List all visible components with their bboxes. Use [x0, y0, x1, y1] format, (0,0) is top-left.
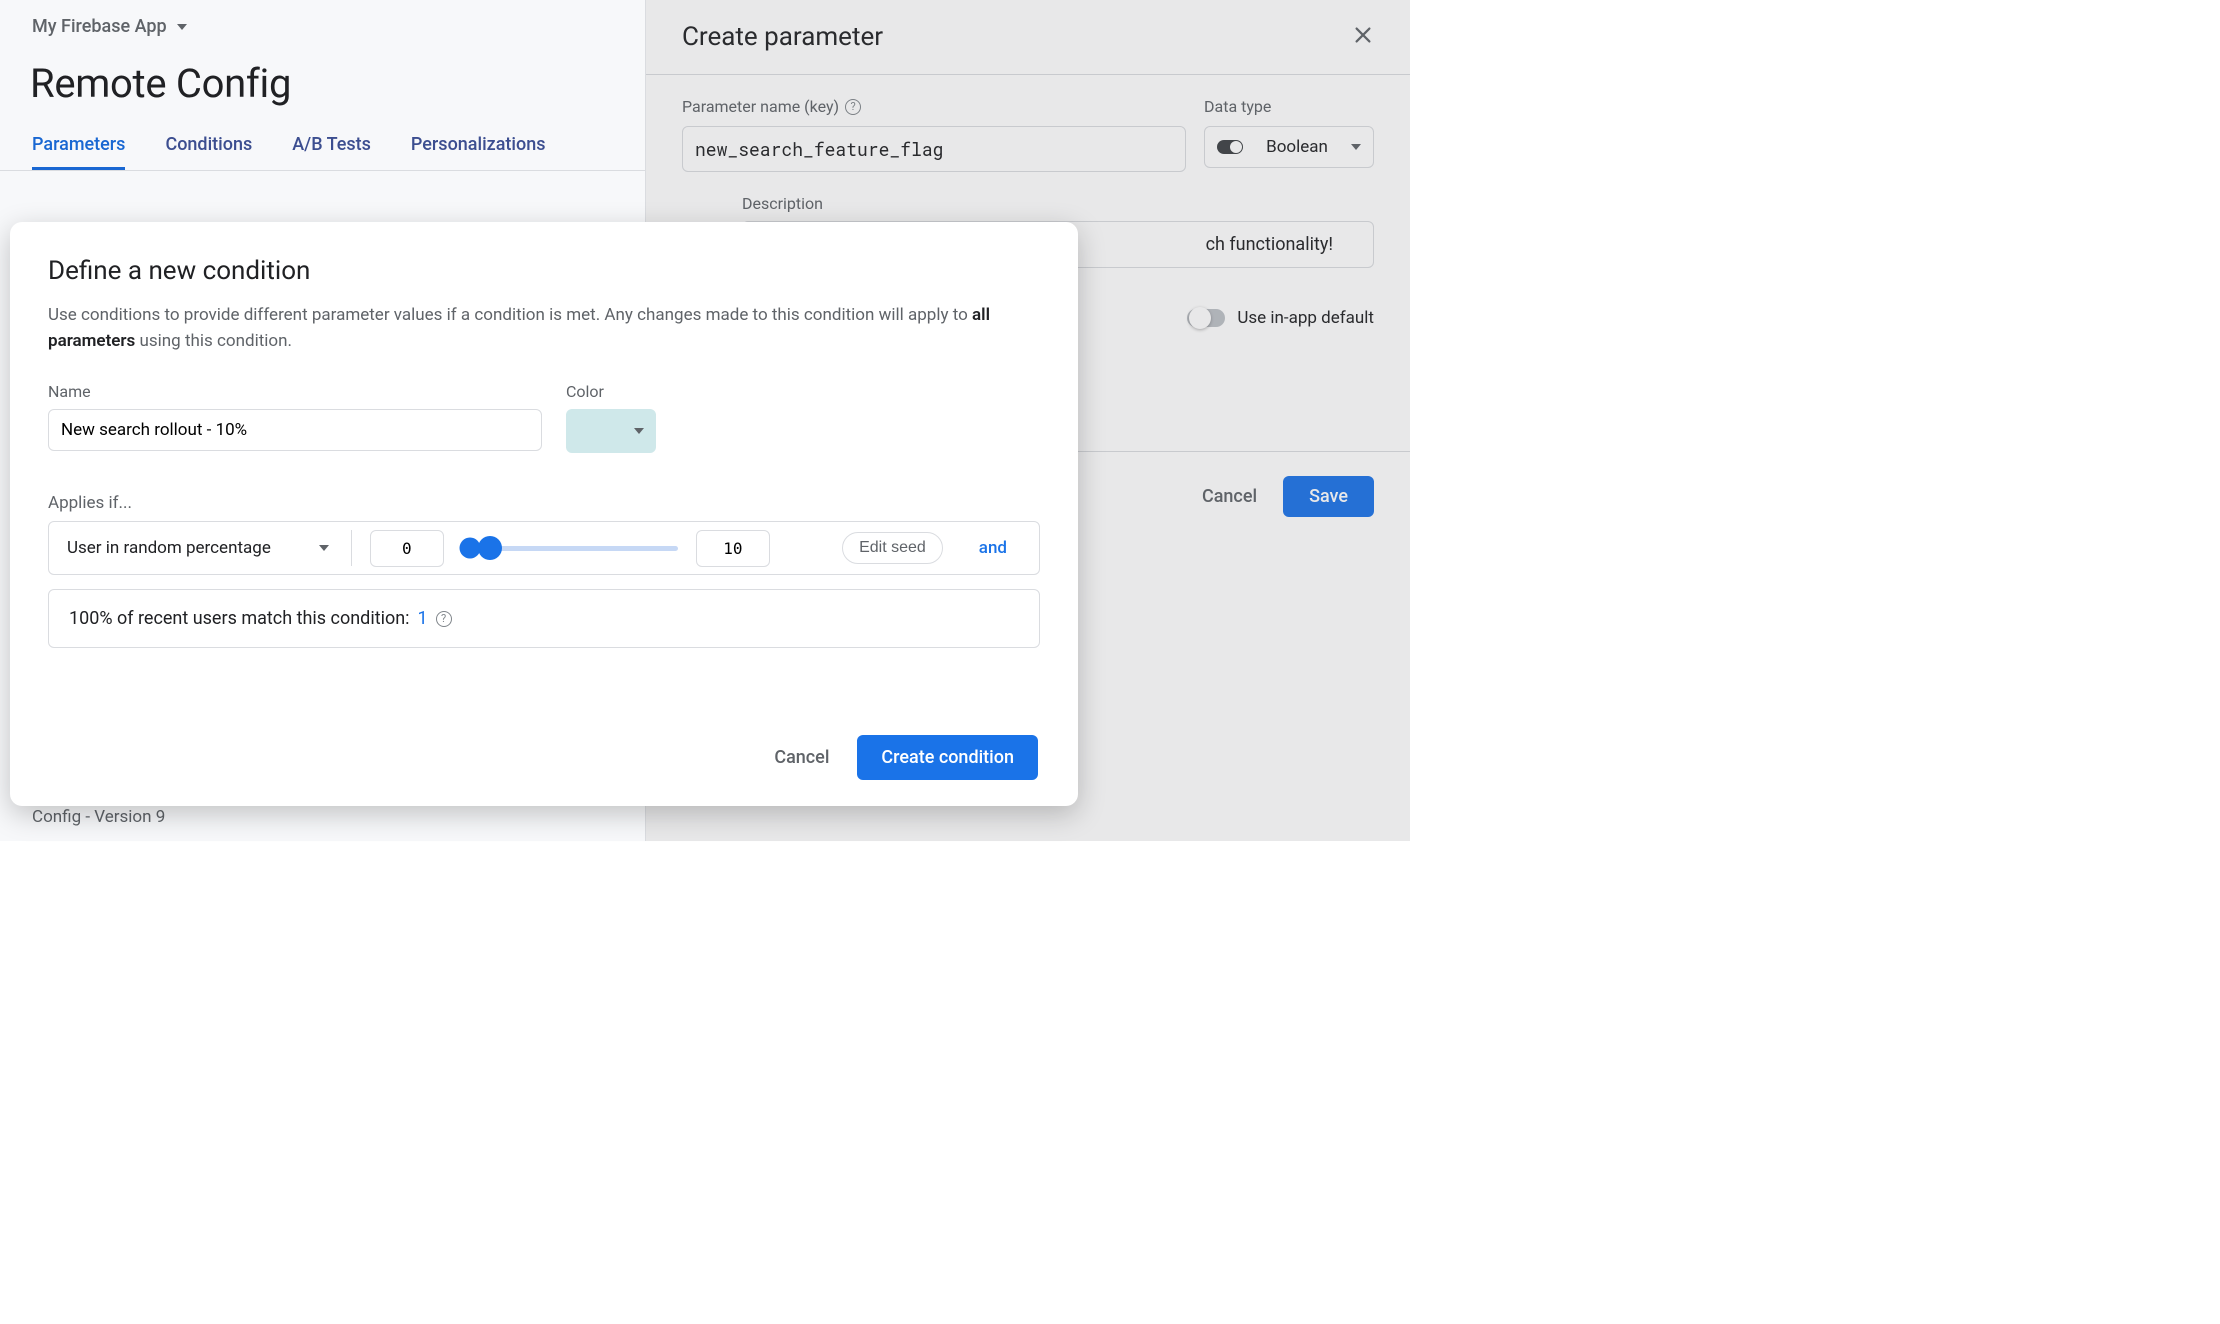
modal-subtext-post: using this condition. — [135, 331, 292, 351]
caret-down-icon — [177, 24, 187, 30]
caret-down-icon — [634, 428, 644, 434]
use-default-toggle[interactable] — [1187, 309, 1225, 327]
create-condition-button[interactable]: Create condition — [857, 735, 1038, 780]
modal-subtext-pre: Use conditions to provide different para… — [48, 305, 972, 325]
use-default-label: Use in-app default — [1237, 308, 1374, 328]
percentile-slider[interactable] — [462, 546, 678, 551]
slider-thumb-high[interactable] — [478, 536, 502, 560]
rule-type-select[interactable]: User in random percentage — [67, 530, 352, 566]
tab-conditions[interactable]: Conditions — [165, 134, 252, 170]
config-version: Config - Version 9 — [32, 807, 165, 827]
color-select[interactable] — [566, 409, 656, 453]
modal-subtext: Use conditions to provide different para… — [48, 303, 1008, 354]
data-type-select[interactable]: Boolean — [1204, 126, 1374, 168]
condition-name-input[interactable] — [48, 409, 542, 451]
caret-down-icon — [1351, 144, 1361, 150]
color-field: Color — [566, 382, 656, 453]
name-label: Name — [48, 382, 542, 401]
applies-if-label: Applies if... — [48, 493, 1040, 513]
tab-underline — [0, 170, 645, 171]
modal-cancel-button[interactable]: Cancel — [774, 747, 829, 768]
define-condition-modal: Define a new condition Use conditions to… — [10, 222, 1078, 806]
name-field: Name — [48, 382, 542, 453]
tab-personalizations[interactable]: Personalizations — [411, 134, 546, 170]
project-name: My Firebase App — [32, 16, 167, 37]
condition-rule: User in random percentage Edit seed and — [48, 521, 1040, 575]
close-icon[interactable] — [1352, 24, 1374, 50]
param-name-label: Parameter name (key) — [682, 97, 839, 116]
match-summary: 100% of recent users match this conditio… — [48, 589, 1040, 648]
rule-type-label: User in random percentage — [67, 538, 271, 558]
save-button[interactable]: Save — [1283, 476, 1374, 517]
caret-down-icon — [319, 545, 329, 551]
match-text: 100% of recent users match this conditio… — [69, 608, 410, 629]
description-label: Description — [742, 194, 1374, 213]
tabs: Parameters Conditions A/B Tests Personal… — [32, 134, 546, 170]
color-label: Color — [566, 382, 656, 401]
add-and-clause[interactable]: and — [961, 538, 1025, 558]
percentile-high-input[interactable] — [696, 530, 770, 567]
percentile-low-input[interactable] — [370, 530, 444, 567]
tab-abtests[interactable]: A/B Tests — [292, 134, 371, 170]
tab-parameters[interactable]: Parameters — [32, 134, 125, 170]
data-type-label: Data type — [1204, 97, 1374, 116]
panel-title: Create parameter — [682, 22, 883, 52]
cancel-button[interactable]: Cancel — [1202, 486, 1257, 507]
page-title: Remote Config — [30, 60, 291, 107]
edit-seed-button[interactable]: Edit seed — [842, 532, 943, 564]
help-icon[interactable]: ? — [845, 99, 861, 115]
boolean-icon — [1217, 140, 1243, 154]
help-icon[interactable]: ? — [436, 611, 452, 627]
param-name-input[interactable]: new_search_feature_flag — [682, 126, 1186, 172]
match-count: 1 — [418, 608, 428, 629]
project-picker[interactable]: My Firebase App — [32, 16, 187, 37]
data-type-value: Boolean — [1266, 137, 1328, 157]
modal-title: Define a new condition — [48, 256, 1040, 286]
